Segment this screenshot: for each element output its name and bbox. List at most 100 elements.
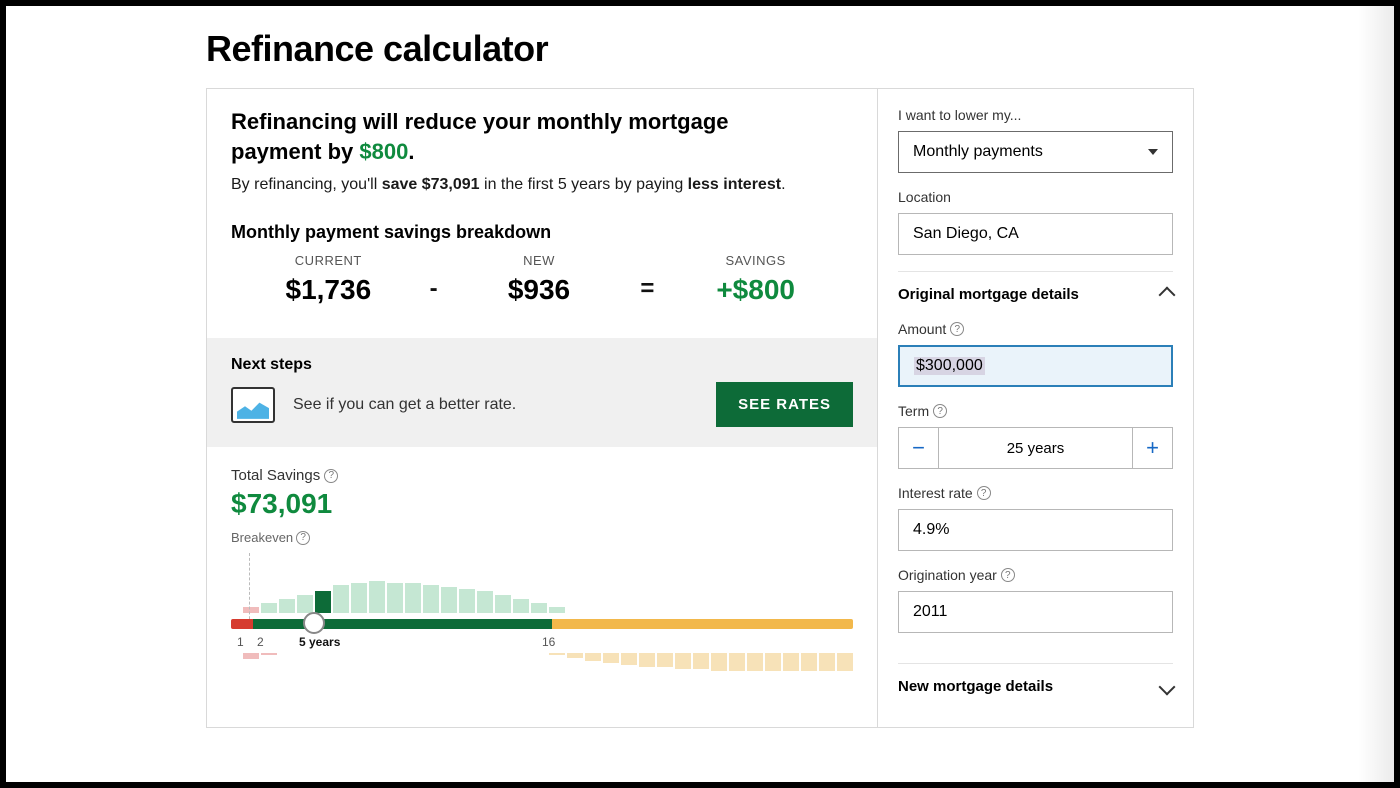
- new-mortgage-toggle[interactable]: New mortgage details: [898, 663, 1173, 709]
- results-panel: Refinancing will reduce your monthly mor…: [207, 89, 878, 727]
- help-icon[interactable]: ?: [296, 531, 310, 545]
- save-amount: save $73,091: [382, 176, 480, 193]
- help-icon[interactable]: ?: [324, 469, 338, 483]
- cost-bar: [801, 653, 817, 671]
- next-steps-text: See if you can get a better rate.: [293, 396, 516, 414]
- chevron-up-icon: [1159, 286, 1176, 303]
- tick-1: 1: [237, 635, 244, 649]
- caret-down-icon: [1148, 149, 1158, 155]
- cost-bar: [693, 653, 709, 669]
- cost-bar: [729, 653, 745, 671]
- breakdown-title: Monthly payment savings breakdown: [231, 222, 853, 243]
- equals-op: =: [632, 275, 662, 303]
- new-mortgage-title: New mortgage details: [898, 678, 1053, 695]
- tick-2: 2: [257, 635, 264, 649]
- cost-bar: [261, 653, 277, 655]
- new-value: $936: [446, 274, 633, 306]
- savings-bar: [549, 607, 565, 613]
- cost-bar: [549, 653, 565, 655]
- term-increment-button[interactable]: +: [1132, 428, 1172, 468]
- savings-bar: [405, 583, 421, 613]
- location-input[interactable]: San Diego, CA: [898, 213, 1173, 255]
- timeline-slider[interactable]: [231, 619, 853, 629]
- chevron-down-icon: [1159, 678, 1176, 695]
- savings-bar: [261, 603, 277, 613]
- goal-label: I want to lower my...: [898, 107, 1173, 123]
- tick-5: 5 years: [299, 635, 340, 649]
- inputs-panel: I want to lower my... Monthly payments L…: [878, 89, 1193, 727]
- headline-tail: .: [408, 139, 414, 164]
- cost-bar: [621, 653, 637, 665]
- savings-bar: [279, 599, 295, 613]
- breakdown-row: CURRENT $1,736 - NEW $936 = SAVINGS +$80…: [231, 253, 853, 324]
- cost-bar: [657, 653, 673, 667]
- savings-bar: [369, 581, 385, 613]
- location-label: Location: [898, 189, 1173, 205]
- headline-amount: $800: [359, 139, 408, 164]
- savings-bar: [441, 587, 457, 613]
- original-mortgage-toggle[interactable]: Original mortgage details: [898, 271, 1173, 317]
- original-mortgage-title: Original mortgage details: [898, 286, 1079, 303]
- amount-label: Amount ?: [898, 321, 1173, 337]
- cost-bar: [675, 653, 691, 669]
- rate-label: Interest rate ?: [898, 485, 1173, 501]
- term-label: Term ?: [898, 403, 1173, 419]
- savings-bar: [459, 589, 475, 613]
- savings-chart[interactable]: 1 2 5 years 16: [231, 553, 853, 673]
- see-rates-button[interactable]: SEE RATES: [716, 382, 853, 427]
- total-savings-amount: $73,091: [231, 488, 853, 520]
- savings-bar: [315, 591, 331, 613]
- savings-bar: [333, 585, 349, 613]
- help-icon[interactable]: ?: [933, 404, 947, 418]
- minus-op: -: [422, 275, 446, 303]
- help-icon[interactable]: ?: [1001, 568, 1015, 582]
- headline-text: Refinancing will reduce your monthly mor…: [231, 109, 729, 164]
- chart-icon: [231, 387, 275, 423]
- current-value: $1,736: [235, 274, 422, 306]
- savings-bar: [423, 585, 439, 613]
- savings-bar: [387, 583, 403, 613]
- amount-value: $300,000: [914, 357, 985, 375]
- page-title: Refinance calculator: [206, 28, 1194, 70]
- savings-bar: [351, 583, 367, 613]
- year-label: Origination year ?: [898, 567, 1173, 583]
- goal-value: Monthly payments: [913, 143, 1043, 161]
- breakeven-line: [249, 553, 250, 629]
- cost-bar: [243, 653, 259, 659]
- ticks: 1 2 5 years 16: [231, 635, 853, 651]
- cost-bar: [837, 653, 853, 671]
- savings-value: +$800: [662, 274, 849, 306]
- cost-bar: [585, 653, 601, 661]
- goal-select[interactable]: Monthly payments: [898, 131, 1173, 173]
- new-label: NEW: [446, 253, 633, 268]
- savings-bar: [477, 591, 493, 613]
- location-value: San Diego, CA: [913, 225, 1019, 243]
- slider-thumb[interactable]: [303, 612, 325, 634]
- cost-bar: [765, 653, 781, 671]
- cost-bar: [783, 653, 799, 671]
- cost-bar: [819, 653, 835, 671]
- rate-value: 4.9%: [913, 521, 949, 539]
- rate-input[interactable]: 4.9%: [898, 509, 1173, 551]
- savings-bar: [495, 595, 511, 613]
- calculator-card: Refinancing will reduce your monthly mor…: [206, 88, 1194, 728]
- savings-bar: [297, 595, 313, 613]
- next-steps: Next steps See if you can get a better r…: [207, 338, 877, 447]
- help-icon[interactable]: ?: [977, 486, 991, 500]
- amount-input[interactable]: $300,000: [898, 345, 1173, 387]
- next-steps-title: Next steps: [231, 356, 853, 374]
- cost-bar: [639, 653, 655, 667]
- term-decrement-button[interactable]: −: [899, 428, 939, 468]
- summary-headline: Refinancing will reduce your monthly mor…: [231, 107, 791, 166]
- year-input[interactable]: 2011: [898, 591, 1173, 633]
- term-stepper[interactable]: − 25 years +: [898, 427, 1173, 469]
- cost-bar: [603, 653, 619, 663]
- summary-subtext: By refinancing, you'll save $73,091 in t…: [231, 176, 853, 194]
- track-positive: [253, 619, 552, 629]
- total-savings-label: Total Savings ?: [231, 467, 853, 484]
- savings-label: SAVINGS: [662, 253, 849, 268]
- help-icon[interactable]: ?: [950, 322, 964, 336]
- term-value: 25 years: [939, 428, 1132, 468]
- breakeven-label: Breakeven ?: [231, 530, 853, 545]
- cost-bar: [567, 653, 583, 658]
